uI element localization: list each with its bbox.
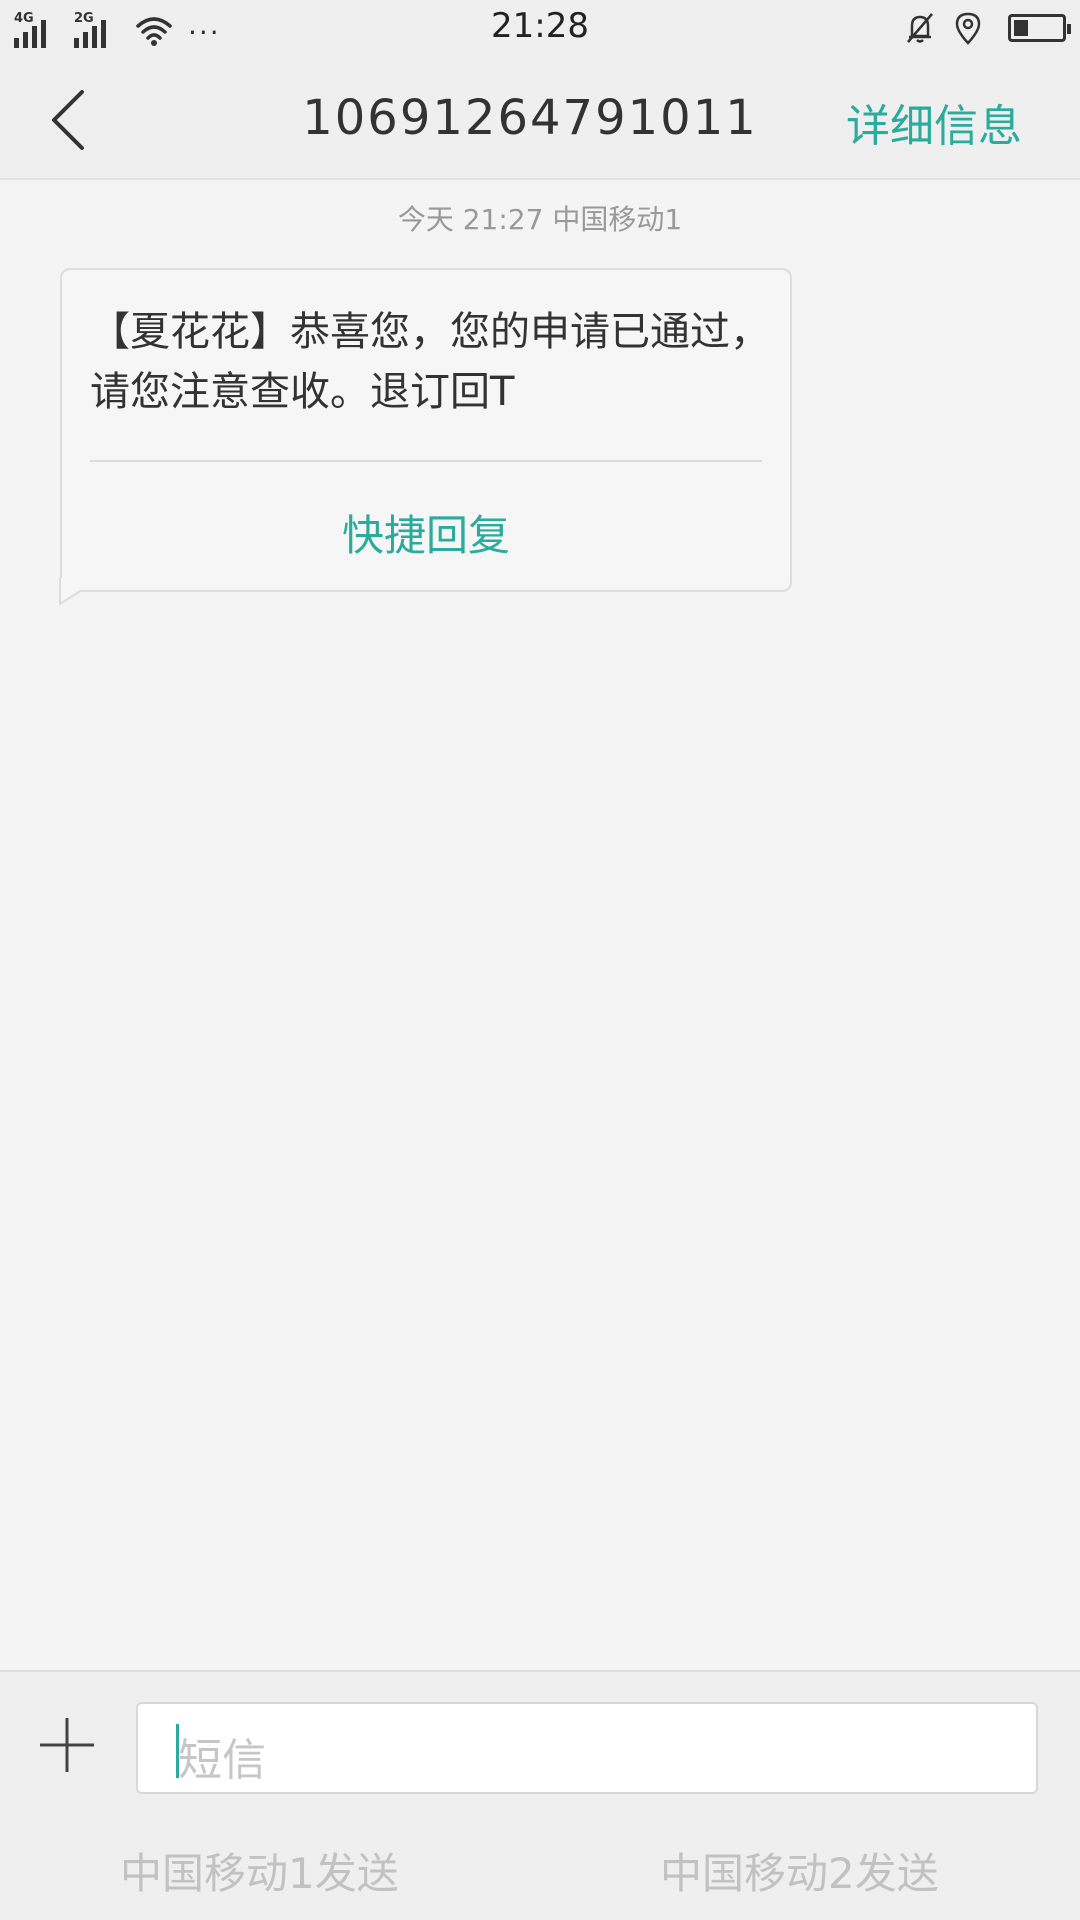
send-sim2-button[interactable]: 中国移动2发送 [660, 1840, 939, 1901]
send-sim1-button[interactable]: 中国移动1发送 [120, 1840, 399, 1901]
title-bar: 10691264791011 详细信息 [0, 56, 1080, 180]
details-button[interactable]: 详细信息 [846, 90, 1022, 154]
bubble-divider [90, 460, 762, 462]
message-input-placeholder: 短信 [178, 1735, 266, 1786]
back-button[interactable] [36, 80, 100, 160]
battery-icon [1008, 14, 1071, 42]
composer: 短信 中国移动1发送 中国移动2发送 [0, 1670, 1080, 1920]
message-input[interactable]: 短信 [136, 1702, 1038, 1794]
message-timestamp: 今天 21:27 中国移动1 [397, 203, 683, 236]
message-text: 【夏花花】恭喜您，您的申请已通过，请您注意查收。退订回T [90, 309, 770, 415]
conversation-title: 10691264791011 [302, 90, 758, 146]
quick-reply-button[interactable]: 快捷回复 [62, 502, 790, 563]
status-bar: 4G 2G ··· 21:28 [0, 0, 1080, 56]
location-icon [955, 12, 981, 45]
bell-muted-icon [907, 13, 933, 43]
bubble-tail [59, 578, 87, 606]
sms-conversation-screen: 4G 2G ··· 21:28 10691264791011 详细信息 今天 2… [0, 0, 1080, 1920]
message-bubble[interactable]: 【夏花花】恭喜您，您的申请已通过，请您注意查收。退订回T 快捷回复 [60, 268, 792, 592]
add-attachment-button[interactable] [36, 1714, 98, 1776]
status-right [902, 10, 1071, 46]
battery-level [1014, 20, 1028, 36]
